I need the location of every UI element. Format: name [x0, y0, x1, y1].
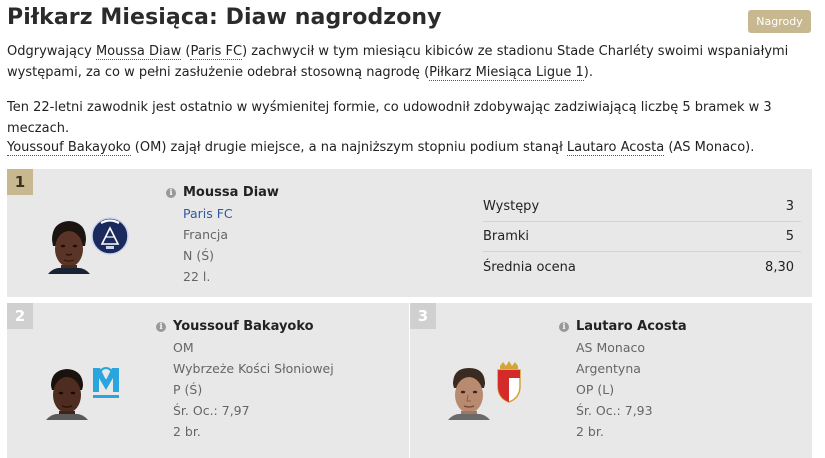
as-monaco-crest-icon	[497, 361, 521, 403]
stat-row: Bramki 5	[483, 222, 801, 252]
club-link-paris-fc[interactable]: Paris FC	[190, 44, 243, 60]
third-info: i Lautaro Acosta AS Monaco Argentyna OP (…	[559, 316, 687, 442]
winner-card: 1 i Moussa Diaw Paris FC Francja N (Ś) 22…	[7, 169, 812, 297]
rank-badge: 3	[410, 303, 436, 329]
article-paragraph-1: Odgrywający Moussa Diaw (Paris FC) zachw…	[7, 44, 789, 81]
info-icon[interactable]: i	[166, 187, 176, 198]
award-link[interactable]: Piłkarz Miesiąca Ligue 1	[429, 65, 584, 81]
player-link-bakayoko[interactable]: Youssouf Bakayoko	[7, 140, 131, 156]
third-place-card: 3 i Lautaro Acosta AS Monaco Argentyna OP…	[410, 303, 812, 458]
player-face-icon	[48, 221, 90, 274]
second-place-card: 2 i Youssouf Bakayoko OM Wybrzeże Kości S…	[7, 303, 409, 458]
winner-stats: Występy 3 Bramki 5 Średnia ocena 8,30	[483, 192, 801, 282]
stat-row: Występy 3	[483, 192, 801, 222]
paris-fc-crest-icon	[91, 217, 129, 255]
second-name[interactable]: Youssouf Bakayoko	[173, 316, 314, 337]
third-name[interactable]: Lautaro Acosta	[576, 316, 687, 337]
player-face-icon	[448, 368, 490, 420]
stat-row: Średnia ocena 8,30	[483, 259, 794, 275]
winner-position: N (Ś)	[183, 248, 215, 263]
second-goals: 2 br.	[173, 424, 201, 439]
player-link-diaw[interactable]: Moussa Diaw	[95, 44, 182, 60]
second-position: P (Ś)	[173, 382, 203, 397]
third-goals: 2 br.	[576, 424, 604, 439]
winner-nation: Francja	[183, 227, 229, 242]
player-link-acosta[interactable]: Lautaro Acosta	[566, 140, 665, 156]
article-paragraph-2: Ten 22-letni zawodnik jest ostatnio w wy…	[7, 100, 772, 136]
second-info: i Youssouf Bakayoko OM Wybrzeże Kości Sło…	[156, 316, 334, 442]
third-position: OP (L)	[576, 382, 615, 397]
info-icon[interactable]: i	[559, 321, 569, 332]
second-nation: Wybrzeże Kości Słoniowej	[173, 361, 334, 376]
third-nation: Argentyna	[576, 361, 641, 376]
third-club[interactable]: AS Monaco	[576, 337, 687, 358]
second-club[interactable]: OM	[173, 337, 334, 358]
winner-info: i Moussa Diaw Paris FC Francja N (Ś) 22 l…	[166, 182, 279, 287]
player-face-icon	[46, 369, 88, 420]
info-icon[interactable]: i	[156, 321, 166, 332]
tag-button-awards[interactable]: Nagrody	[748, 10, 811, 33]
page-title: Piłkarz Miesiąca: Diaw nagrodzony	[7, 5, 442, 30]
winner-age: 22 l.	[183, 269, 211, 284]
article-paragraph-3: Youssouf Bakayoko (OM) zajął drugie miej…	[7, 140, 755, 156]
winner-club[interactable]: Paris FC	[183, 203, 279, 224]
om-crest-icon	[93, 367, 119, 398]
winner-name[interactable]: Moussa Diaw	[183, 182, 279, 203]
rank-badge: 1	[7, 169, 33, 195]
second-rating: Śr. Oc.: 7,97	[173, 403, 250, 418]
third-rating: Śr. Oc.: 7,93	[576, 403, 653, 418]
rank-badge: 2	[7, 303, 33, 329]
